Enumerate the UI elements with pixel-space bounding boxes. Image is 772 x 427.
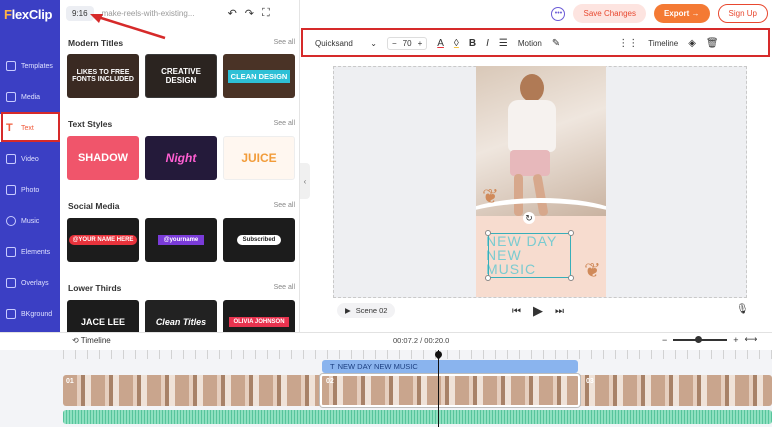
person-head [520,74,544,102]
see-all-link[interactable]: See all [274,202,295,209]
zoom-out-button[interactable]: − [662,335,667,345]
section-title: Lower Thirds [68,283,122,293]
style-thumb[interactable]: Night [145,136,217,180]
sidebar-item-music[interactable]: Music [0,207,60,235]
template-thumb[interactable]: CREATIVE DESIGN [145,54,217,98]
timeline-header [0,332,772,350]
sign-up-button[interactable]: Sign Up [717,4,768,23]
person-shorts [510,150,550,176]
fullscreen-icon[interactable]: ⛶ [262,7,270,20]
timeline-ruler [63,350,772,359]
sidebar-item-video[interactable]: Video [0,145,60,173]
section-title: Social Media [68,201,120,211]
zoom-in-button[interactable]: + [733,335,738,345]
social-thumb-text: @yourname [157,235,205,245]
rotate-icon[interactable]: ↻ [523,212,535,224]
text-track-icon: T [330,362,335,371]
lower-third-thumb[interactable]: JACE LEE [67,300,139,332]
header-actions: ••• Save Changes Export → Sign Up [551,4,768,23]
lower-third-thumb[interactable]: Clean Titles [145,300,217,332]
collapse-panel-button[interactable]: ‹ [300,163,310,199]
social-thumb-text: @YOUR NAME HERE [68,235,138,245]
chat-icon[interactable]: ••• [551,6,566,21]
zoom-slider-knob[interactable] [695,335,703,343]
elements-icon [6,247,16,257]
play-small-icon: ▶ [345,306,351,315]
audio-waveform [63,410,772,424]
style-thumb[interactable]: JUICE [223,136,295,180]
lower-third-thumb-text: OLIVIA JOHNSON [229,317,289,327]
fit-icon[interactable]: ⟷ [745,334,758,345]
play-icon[interactable]: ▶ [533,303,543,319]
export-button[interactable]: Export → [653,4,710,23]
social-thumb[interactable]: @yourname [145,218,217,262]
project-name[interactable]: make-reels-with-existing... [102,9,220,18]
project-bar: 9:16 make-reels-with-existing... ↶ ↷ ⛶ [66,6,270,21]
overlays-icon [6,278,16,288]
sidebar-item-bkground[interactable]: BKground [0,300,60,328]
timeline-time: 00:07.2 / 00:20.0 [393,336,450,345]
template-thumb[interactable]: CLEAN DESIGN [223,54,295,98]
microphone-icon[interactable]: 🎙 [736,304,749,315]
undo-icon[interactable]: ↶ [228,7,237,20]
sidebar-bottom [0,331,60,332]
scene-button[interactable]: ▶ Scene 02 [337,303,396,318]
section-title: Text Styles [68,119,113,129]
see-all-link[interactable]: See all [274,120,295,127]
timeline-title: ⟲ Timeline [72,336,111,345]
resize-handle[interactable] [485,275,491,281]
sidebar-item-media[interactable]: Media [0,83,60,111]
save-changes-button[interactable]: Save Changes [573,4,646,23]
template-thumb-text: CLEAN DESIGN [227,69,291,83]
audio-track[interactable] [63,410,772,424]
sidebar-item-overlays[interactable]: Overlays [0,269,60,297]
music-icon [6,216,16,226]
media-icon [6,92,16,102]
playhead[interactable] [438,350,439,427]
toolbar-highlight [301,28,770,57]
sidebar-item-elements[interactable]: Elements [0,238,60,266]
text-selection-box[interactable] [485,230,574,281]
clip-number: 01 [66,378,74,385]
photo-icon [6,185,16,195]
aspect-ratio-button[interactable]: 9:16 [66,6,94,21]
clip-number: 03 [586,378,594,385]
zoom-control: − + ⟷ [662,334,757,345]
text-track-clip[interactable]: T NEW DAY NEW MUSIC [322,360,578,373]
text-tab-highlight [1,112,60,142]
style-thumb[interactable]: SHADOW [67,136,139,180]
text-panel: 9:16 make-reels-with-existing... ↶ ↷ ⛶ M… [60,0,300,332]
see-all-link[interactable]: See all [274,39,295,46]
background-icon [6,309,16,319]
social-thumb[interactable]: Subscribed [223,218,295,262]
video-icon [6,154,16,164]
sidebar: FlexClip Templates Media T Text Video Pho… [0,0,60,332]
resize-handle[interactable] [568,275,574,281]
leaf-icon: ❦ [584,260,601,282]
timeline-icon: ⟲ [72,336,79,345]
sidebar-item-templates[interactable]: Templates [0,52,60,80]
next-icon[interactable]: ⏭ [555,306,564,317]
previous-icon[interactable]: ⏮ [512,306,521,317]
app-logo[interactable]: FlexClip [4,7,52,22]
leaf-icon: ❦ [482,186,499,208]
resize-handle[interactable] [568,230,574,236]
resize-handle[interactable] [485,230,491,236]
sidebar-item-photo[interactable]: Photo [0,176,60,204]
playback-controls: ⏮ ▶ ⏭ [512,303,564,319]
redo-icon[interactable]: ↷ [245,7,254,20]
person-body [508,100,556,152]
see-all-link[interactable]: See all [274,284,295,291]
template-thumb[interactable]: LIKES TO FREE FONTS INCLUDED [67,54,139,98]
section-title: Modern Titles [68,38,124,48]
selected-video-clip[interactable] [320,374,580,407]
social-thumb[interactable]: @YOUR NAME HERE [67,218,139,262]
zoom-slider[interactable] [673,335,728,343]
clip-number: 02 [326,378,334,385]
templates-icon [6,61,16,71]
social-thumb-text: Subscribed [236,235,282,245]
lower-third-thumb[interactable]: OLIVIA JOHNSON [223,300,295,332]
